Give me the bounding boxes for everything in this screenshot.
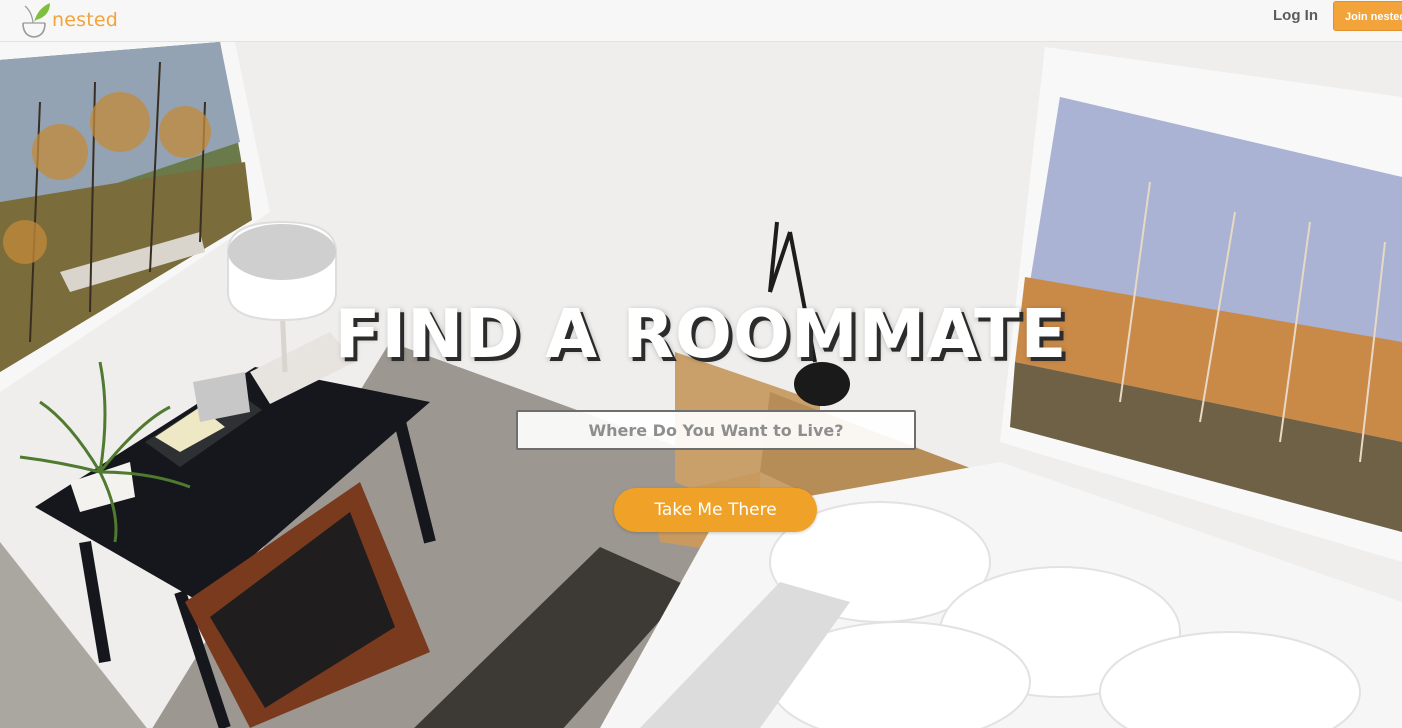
take-me-there-button[interactable]: Take Me There [614,488,817,532]
hero-headline: FIND A ROOMMATE [334,295,1068,373]
location-search-input[interactable] [516,410,916,450]
join-button[interactable]: Join nested [1333,1,1402,31]
brand-logo[interactable]: nested [20,0,118,40]
brand-name: nested [52,9,119,31]
login-link[interactable]: Log In [1273,7,1318,25]
top-navbar: nested Log In Join nested [0,0,1402,42]
plant-pot-icon [22,3,50,38]
bedroom-photo [0,42,1402,728]
hero-section: FIND A ROOMMATE Take Me There [0,42,1402,728]
